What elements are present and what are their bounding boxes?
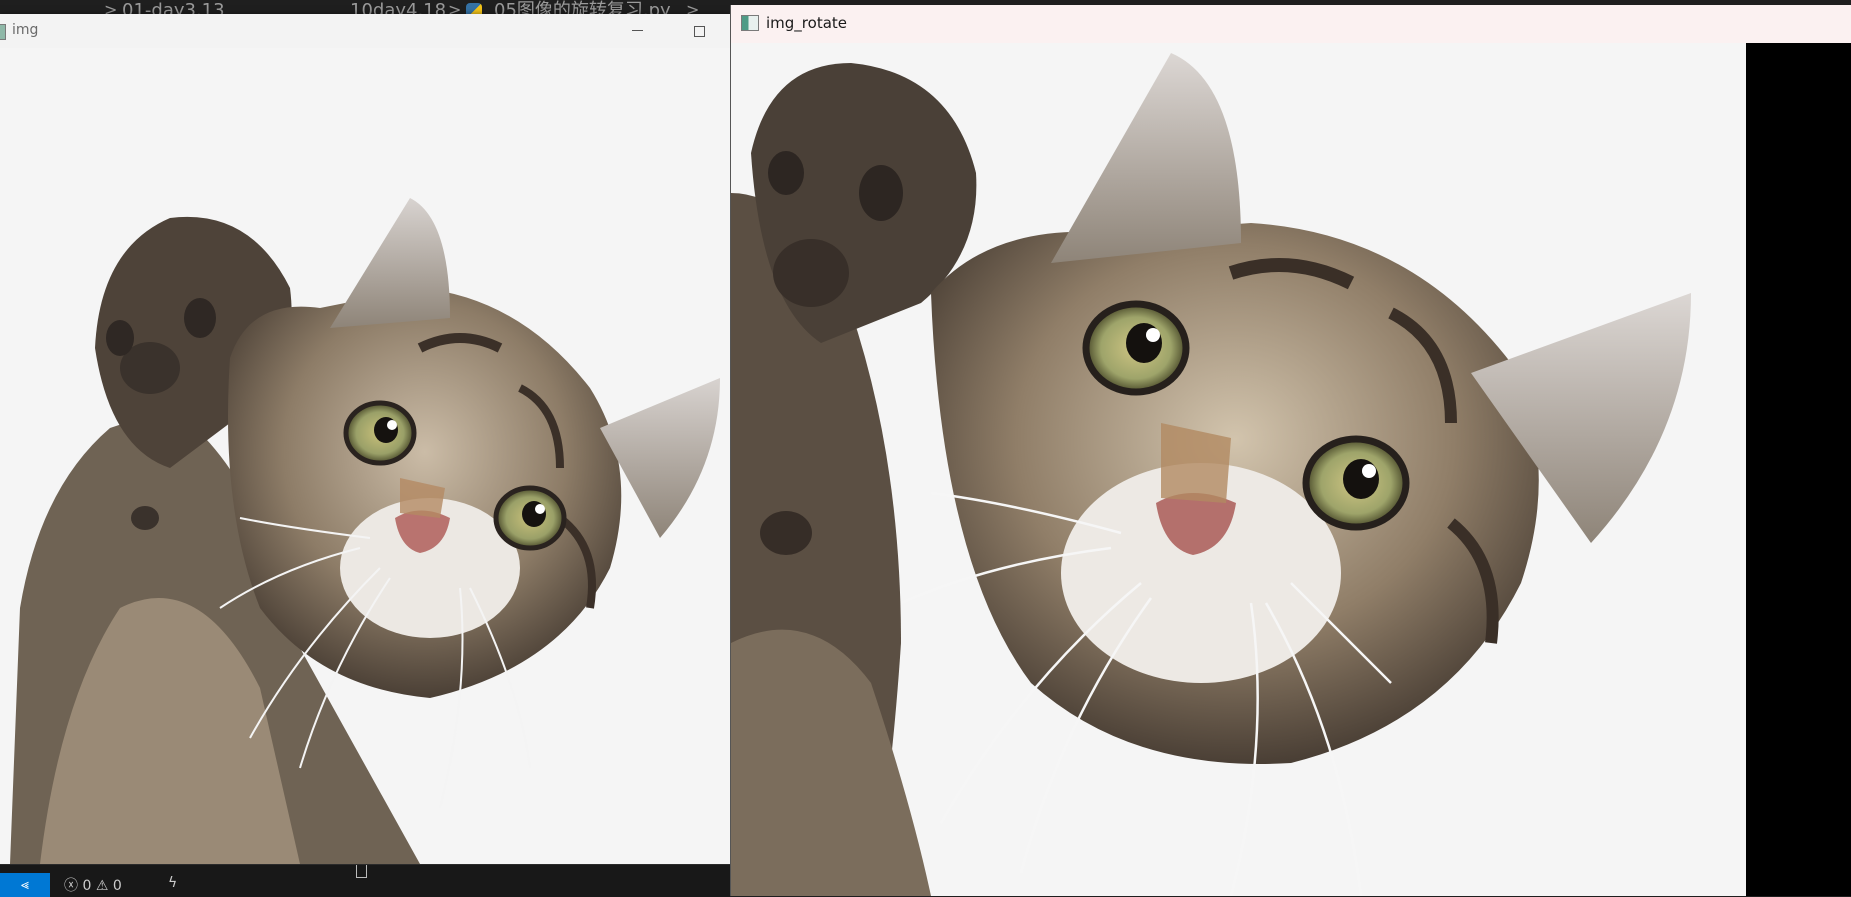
bolt-icon[interactable]: ϟ	[168, 875, 177, 891]
img-rotate-title: img_rotate	[766, 14, 847, 32]
editor-statusbar: ⪡ ⓧ 0 ⚠ 0 ϟ	[0, 864, 730, 897]
opencv-window-icon	[0, 24, 6, 40]
img-image-canvas[interactable]	[0, 48, 730, 864]
error-icon: ⓧ	[64, 878, 78, 894]
img-rotate-window[interactable]: img_rotate	[730, 5, 1851, 896]
remote-button[interactable]: ⪡	[0, 873, 50, 897]
error-count: 0	[82, 878, 92, 894]
img-window-title: img	[12, 22, 39, 38]
rotation-black-border	[1746, 43, 1851, 896]
problems-indicator[interactable]: ⓧ 0 ⚠ 0	[64, 875, 122, 895]
remote-icon: ⪡	[21, 877, 29, 893]
maximize-button[interactable]	[690, 22, 710, 40]
img-window[interactable]: img	[0, 14, 730, 864]
rotated-cat-image	[731, 53, 1691, 896]
img-rotate-titlebar[interactable]: img_rotate	[731, 5, 1851, 43]
minimize-button[interactable]	[628, 22, 648, 38]
img-window-titlebar[interactable]: img	[0, 14, 730, 48]
img-rotate-image-canvas[interactable]	[731, 43, 1746, 896]
cat-image	[10, 198, 720, 864]
opencv-window-icon	[741, 15, 759, 31]
warning-icon: ⚠	[95, 878, 109, 894]
warning-count: 0	[112, 878, 122, 894]
scrollbar-handle[interactable]	[356, 865, 367, 878]
